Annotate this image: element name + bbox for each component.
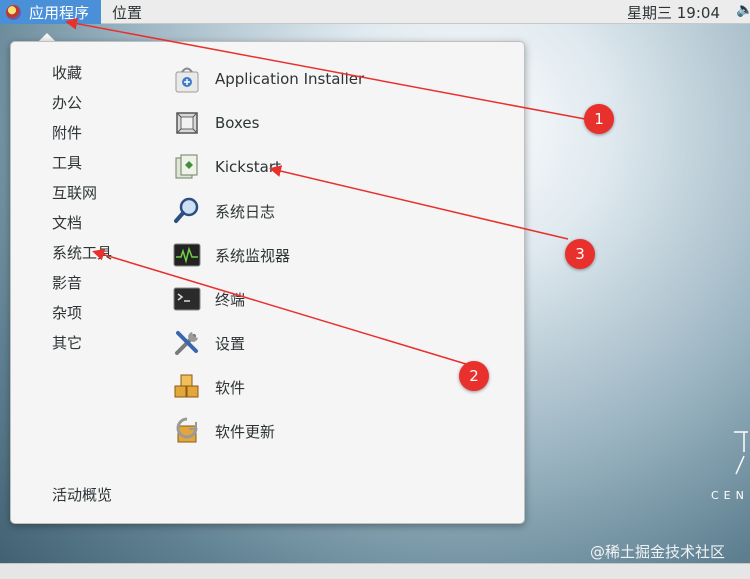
applications-menu-button[interactable]: 应用程序 (0, 0, 101, 24)
activities-overview[interactable]: 活动概览 (52, 485, 112, 505)
app-terminal[interactable]: 终端 (172, 283, 372, 315)
clock[interactable]: 星期三 19:04 (627, 2, 720, 23)
app-settings[interactable]: 设置 (172, 327, 372, 359)
places-menu-button[interactable]: 位置 (112, 2, 142, 23)
category-accessories[interactable]: 附件 (52, 123, 82, 143)
app-application-installer[interactable]: Application Installer (172, 63, 372, 95)
annotation-badge-1: 1 (584, 104, 614, 134)
top-panel: 应用程序 位置 星期三 19:04 🔈 (0, 0, 750, 24)
watermark: @稀土掘金技术社区 (590, 543, 726, 561)
app-label: 软件 (215, 378, 246, 397)
category-office[interactable]: 办公 (52, 93, 82, 113)
software-update-icon (176, 417, 198, 443)
terminal-icon (173, 287, 201, 311)
app-software[interactable]: 软件 (172, 371, 372, 403)
boxes-icon (176, 112, 198, 134)
kickstart-icon (175, 154, 198, 179)
category-system-tools[interactable]: 系统工具 (52, 243, 112, 263)
app-label: 设置 (215, 334, 246, 353)
applications-label: 应用程序 (29, 3, 90, 22)
category-favorites[interactable]: 收藏 (52, 63, 82, 83)
system-log-icon (174, 197, 199, 223)
app-software-update[interactable]: 软件更新 (172, 415, 372, 447)
category-documents[interactable]: 文档 (52, 213, 82, 233)
menu-pointer (39, 33, 55, 41)
app-system-log[interactable]: 系统日志 (172, 195, 372, 227)
bottom-panel (0, 563, 750, 579)
annotation-badge-2: 2 (459, 361, 489, 391)
category-other[interactable]: 其它 (52, 333, 82, 353)
category-internet[interactable]: 互联网 (52, 183, 97, 203)
app-label: 系统监视器 (215, 246, 291, 265)
centos-logo-icon (734, 431, 748, 475)
app-label: Boxes (215, 114, 260, 132)
centos-logo-text: CEN (711, 489, 749, 502)
app-label: 终端 (215, 290, 246, 309)
application-installer-icon (175, 67, 199, 93)
annotation-badge-3: 3 (565, 239, 595, 269)
app-label: Application Installer (215, 70, 365, 88)
category-multimedia[interactable]: 影音 (52, 273, 82, 293)
category-tools[interactable]: 工具 (52, 153, 82, 173)
speaker-icon[interactable]: 🔈 (736, 2, 750, 18)
applications-icon (6, 4, 21, 20)
app-kickstart[interactable]: Kickstart (172, 151, 372, 183)
app-system-monitor[interactable]: 系统监视器 (172, 239, 372, 271)
system-monitor-icon (173, 243, 201, 267)
settings-icon (175, 331, 198, 355)
app-boxes[interactable]: Boxes (172, 107, 372, 139)
software-icon (174, 374, 199, 398)
category-misc[interactable]: 杂项 (52, 303, 82, 323)
app-label: Kickstart (215, 158, 281, 176)
app-label: 系统日志 (215, 202, 276, 221)
app-label: 软件更新 (215, 422, 276, 441)
